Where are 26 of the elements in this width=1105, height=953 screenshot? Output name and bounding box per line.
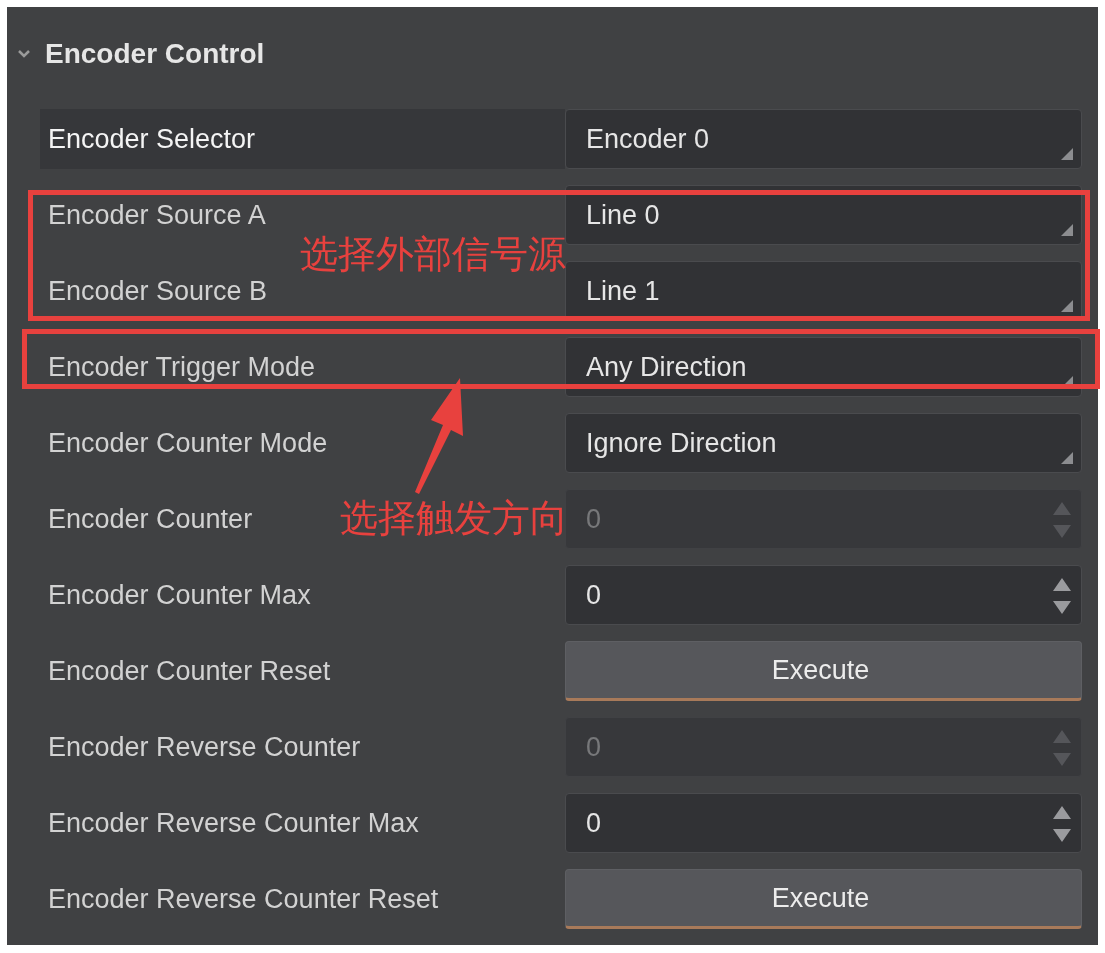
property-label[interactable]: Encoder Source A bbox=[48, 199, 266, 231]
property-label[interactable]: Encoder Counter Max bbox=[48, 579, 311, 611]
annotation-text: 选择外部信号源 bbox=[300, 234, 566, 273]
corner-icon bbox=[1061, 452, 1073, 464]
property-label[interactable]: Encoder Selector bbox=[48, 123, 256, 155]
number-field[interactable]: 0 bbox=[565, 565, 1082, 625]
dropdown-field[interactable]: Ignore Direction bbox=[565, 413, 1082, 473]
property-label[interactable]: Encoder Reverse Counter Max bbox=[48, 807, 419, 839]
property-label[interactable]: Encoder Counter Reset bbox=[48, 655, 331, 687]
execute-button[interactable]: Execute bbox=[565, 869, 1082, 929]
property-label[interactable]: Encoder Source B bbox=[48, 275, 268, 307]
annotation-text: 选择触发方向 bbox=[340, 499, 568, 537]
property-label[interactable]: Encoder Counter Mode bbox=[48, 427, 328, 459]
spin-arrows-icon[interactable] bbox=[1052, 804, 1072, 844]
spin-arrows-icon[interactable] bbox=[1052, 576, 1072, 616]
corner-icon bbox=[1061, 300, 1073, 312]
corner-icon bbox=[1061, 148, 1073, 160]
dropdown-field[interactable]: Line 0 bbox=[565, 185, 1082, 245]
chevron-down-icon[interactable] bbox=[17, 49, 31, 59]
dropdown-field[interactable]: Encoder 0 bbox=[565, 109, 1082, 169]
number-field[interactable]: 0 bbox=[565, 793, 1082, 853]
corner-icon bbox=[1061, 224, 1073, 236]
execute-button[interactable]: Execute bbox=[565, 641, 1082, 701]
section-title: Encoder Control bbox=[45, 38, 265, 70]
property-label[interactable]: Encoder Trigger Mode bbox=[48, 351, 316, 383]
property-label[interactable]: Encoder Reverse Counter Reset bbox=[48, 883, 439, 915]
